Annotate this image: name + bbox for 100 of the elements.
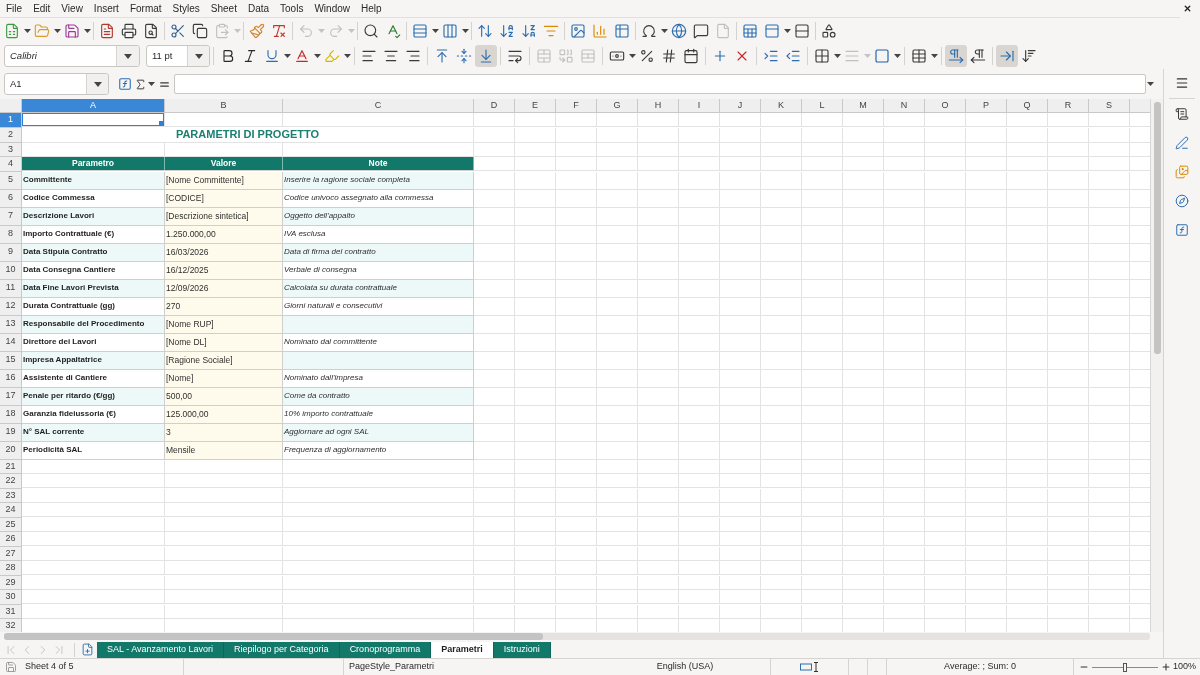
menu-item[interactable]: Data xyxy=(247,1,270,16)
caret-icon[interactable] xyxy=(783,28,791,33)
file-plus-icon[interactable] xyxy=(81,643,94,656)
column-header[interactable]: D xyxy=(474,99,515,113)
column-header[interactable]: H xyxy=(638,99,679,113)
language-label: English (USA) xyxy=(656,660,714,674)
sheet-tab[interactable]: SAL - Avanzamento Lavori xyxy=(97,641,225,658)
caret-icon[interactable] xyxy=(83,28,91,33)
column-header[interactable]: S xyxy=(1089,99,1130,113)
menu-item[interactable]: Edit xyxy=(33,1,51,16)
zoom-slider-thumb[interactable] xyxy=(1123,662,1127,672)
zoom-percent[interactable]: 100% xyxy=(1172,660,1196,674)
menu-item[interactable]: Insert xyxy=(93,1,119,16)
pen-icon[interactable] xyxy=(1175,136,1189,150)
selection-mode-icon[interactable] xyxy=(799,662,820,672)
font-name-field[interactable]: Calibri xyxy=(4,45,140,67)
scrollbar-thumb[interactable] xyxy=(1153,102,1161,354)
menu-item[interactable]: View xyxy=(61,1,83,16)
caret-icon[interactable] xyxy=(431,28,439,33)
function-icon[interactable] xyxy=(1175,223,1189,237)
table-icon xyxy=(614,22,630,39)
column-header[interactable]: A xyxy=(22,99,165,113)
compass-icon[interactable] xyxy=(1175,194,1189,208)
menu-item[interactable]: Sheet xyxy=(210,1,237,16)
column-header[interactable]: R xyxy=(1048,99,1089,113)
sheet-tab[interactable]: Istruzioni xyxy=(493,641,551,658)
column-header[interactable]: O xyxy=(925,99,966,113)
table-header-cell: Note xyxy=(283,157,473,170)
caret-icon[interactable] xyxy=(313,54,321,58)
column-header[interactable]: F xyxy=(556,99,597,113)
column-header[interactable]: L xyxy=(802,99,843,113)
sheet-tab[interactable]: Riepilogo per Categoria xyxy=(224,641,340,658)
row-header[interactable]: 24 xyxy=(0,503,22,518)
row-header[interactable]: 26 xyxy=(0,532,22,547)
menu-item[interactable]: Help xyxy=(361,1,382,16)
column-header[interactable]: M xyxy=(843,99,884,113)
caret-icon[interactable] xyxy=(461,28,469,33)
zoom-in-icon[interactable] xyxy=(1161,662,1171,672)
caret-icon[interactable] xyxy=(930,54,938,58)
sheet-tab[interactable]: Parametri xyxy=(431,641,494,658)
undo-icon xyxy=(298,22,314,39)
menu-item[interactable]: File xyxy=(6,1,23,16)
menu-item[interactable]: Styles xyxy=(172,1,200,16)
caret-icon[interactable] xyxy=(53,28,61,33)
parameter-cell: Committente xyxy=(22,171,164,189)
document-search-icon xyxy=(143,22,159,39)
column-header[interactable]: K xyxy=(761,99,802,113)
scroll-text-icon[interactable] xyxy=(1175,107,1189,121)
row-header[interactable]: 4 xyxy=(0,157,22,172)
caret-icon[interactable] xyxy=(1146,82,1154,86)
function-icon[interactable] xyxy=(118,77,132,91)
caret-icon[interactable] xyxy=(628,54,636,58)
sigma-icon[interactable] xyxy=(134,77,147,91)
menu-item[interactable]: Format xyxy=(129,1,162,16)
caret-icon[interactable] xyxy=(283,54,291,58)
page-style-label: PageStyle_Parametri xyxy=(349,660,435,674)
row-header[interactable]: 22 xyxy=(0,474,22,489)
column-header[interactable]: P xyxy=(966,99,1007,113)
vertical-scrollbar[interactable] xyxy=(1150,99,1163,632)
row-header[interactable]: 30 xyxy=(0,590,22,605)
menu-icon[interactable] xyxy=(1175,76,1189,90)
left-to-right-button[interactable] xyxy=(945,45,967,67)
menu-item[interactable]: Tools xyxy=(280,1,304,16)
align-bottom-icon xyxy=(478,48,494,64)
sheet-tab[interactable]: Cronoprogramma xyxy=(339,641,432,658)
column-header[interactable]: Q xyxy=(1007,99,1048,113)
dropdown-button[interactable] xyxy=(187,46,209,66)
row-header[interactable]: 1 xyxy=(0,113,22,128)
font-size-field[interactable]: 11 pt xyxy=(146,45,210,67)
column-header[interactable]: J xyxy=(720,99,761,113)
hash-icon xyxy=(661,48,677,64)
active-cell[interactable] xyxy=(22,113,164,126)
caret-icon[interactable] xyxy=(660,28,668,33)
name-box-field[interactable]: A1 xyxy=(4,73,109,95)
formula-input-field[interactable] xyxy=(174,74,1146,94)
caret-icon[interactable] xyxy=(147,82,155,86)
scrollbar-thumb[interactable] xyxy=(4,633,543,640)
table-header-cell: Parametro xyxy=(22,157,164,170)
search-icon xyxy=(363,22,379,39)
align-bottom-button[interactable] xyxy=(475,45,497,67)
caret-icon[interactable] xyxy=(833,54,841,58)
italic-icon xyxy=(242,48,258,64)
close-icon[interactable] xyxy=(1183,4,1192,13)
dropdown-button[interactable] xyxy=(116,46,139,66)
column-header[interactable]: C xyxy=(283,99,474,113)
row-header[interactable]: 28 xyxy=(0,561,22,576)
wrap-text-icon xyxy=(507,48,523,64)
column-header[interactable]: B xyxy=(165,99,283,113)
caret-icon[interactable] xyxy=(343,54,351,58)
caret-icon[interactable] xyxy=(23,28,31,33)
column-header[interactable]: E xyxy=(515,99,556,113)
column-header[interactable]: N xyxy=(884,99,925,113)
columns-icon xyxy=(442,22,458,39)
column-header[interactable]: I xyxy=(679,99,720,113)
caret-icon[interactable] xyxy=(893,54,901,58)
menu-item[interactable]: Window xyxy=(314,1,350,16)
dropdown-button[interactable] xyxy=(86,74,108,94)
row-header[interactable]: 32 xyxy=(0,619,22,632)
column-header[interactable]: G xyxy=(597,99,638,113)
horizontal-scrollbar[interactable] xyxy=(4,633,1150,640)
